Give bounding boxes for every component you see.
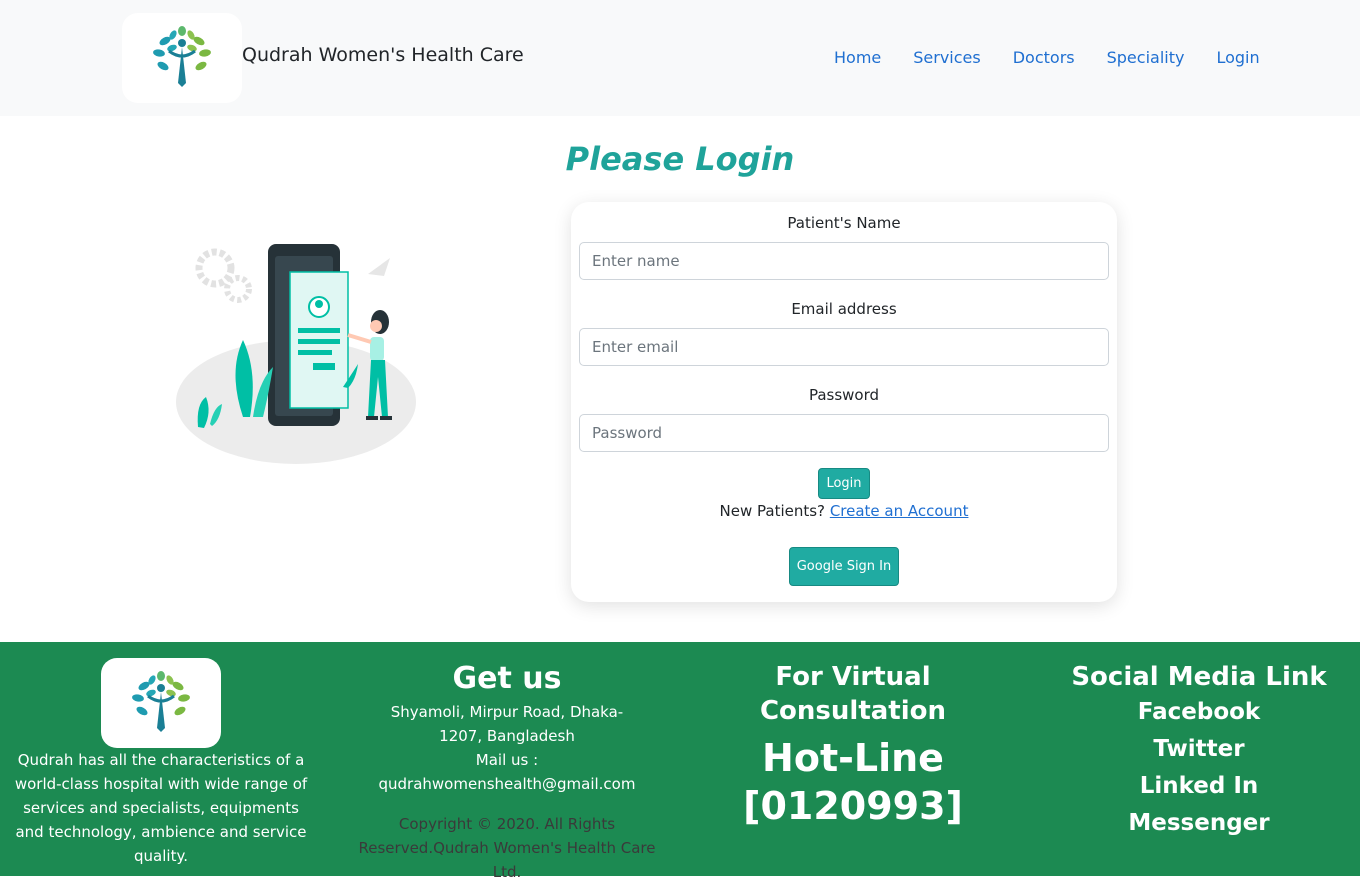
social-messenger[interactable]: Messenger <box>1064 805 1334 842</box>
footer-mail: Mail us : qudrahwomenshealth@gmail.com <box>378 751 636 793</box>
footer-address: Shyamoli, Mirpur Road, Dhaka-1207, Bangl… <box>390 703 624 745</box>
create-account-link[interactable]: Create an Account <box>830 502 969 520</box>
password-label: Password <box>808 386 880 404</box>
name-input[interactable] <box>579 242 1109 280</box>
site-footer: Qudrah has all the characteristics of a … <box>0 642 1360 881</box>
password-input[interactable] <box>579 414 1109 452</box>
hotline-label: Hot-Line <box>762 736 944 780</box>
email-label: Email address <box>791 300 897 318</box>
name-label: Patient's Name <box>787 214 901 232</box>
footer-social: Social Media Link Facebook Twitter Linke… <box>1064 660 1334 842</box>
nav-speciality[interactable]: Speciality <box>1107 48 1185 67</box>
social-linkedin[interactable]: Linked In <box>1064 768 1334 805</box>
site-header: Qudrah Women's Health Care Home Services… <box>0 0 1360 116</box>
footer-about-text: Qudrah has all the characteristics of a … <box>14 751 308 865</box>
google-sign-in-button[interactable]: Google Sign In <box>789 547 899 586</box>
virtual-title: For Virtual Consultation <box>759 662 947 726</box>
logo-icon[interactable] <box>122 13 242 103</box>
new-patients-line: New Patients? Create an Account <box>571 502 1117 520</box>
nav-services[interactable]: Services <box>913 48 980 67</box>
nav-login[interactable]: Login <box>1216 48 1259 67</box>
social-facebook[interactable]: Facebook <box>1064 694 1334 731</box>
social-twitter[interactable]: Twitter <box>1064 731 1334 768</box>
nav-doctors[interactable]: Doctors <box>1013 48 1075 67</box>
social-title: Social Media Link <box>1071 662 1327 692</box>
footer-logo-icon <box>101 658 221 748</box>
brand-name[interactable]: Qudrah Women's Health Care <box>242 44 524 66</box>
footer-copyright: Copyright © 2020. All Rights Reserved.Qu… <box>358 815 656 881</box>
page-title: Please Login <box>565 140 795 178</box>
login-illustration <box>128 192 463 527</box>
nav-home[interactable]: Home <box>834 48 881 67</box>
get-us-title: Get us <box>452 661 562 696</box>
new-patients-text: New Patients? <box>719 502 826 520</box>
login-button[interactable]: Login <box>818 468 870 499</box>
login-form-card: Patient's Name Email address Password Lo… <box>571 202 1117 602</box>
footer-virtual: For Virtual Consultation Hot-Line [01209… <box>692 660 1014 830</box>
main-nav: Home Services Doctors Speciality Login <box>834 48 1292 67</box>
footer-get-us: Get us Shyamoli, Mirpur Road, Dhaka-1207… <box>352 660 662 884</box>
email-input[interactable] <box>579 328 1109 366</box>
hotline-number: [0120993] <box>743 784 963 828</box>
